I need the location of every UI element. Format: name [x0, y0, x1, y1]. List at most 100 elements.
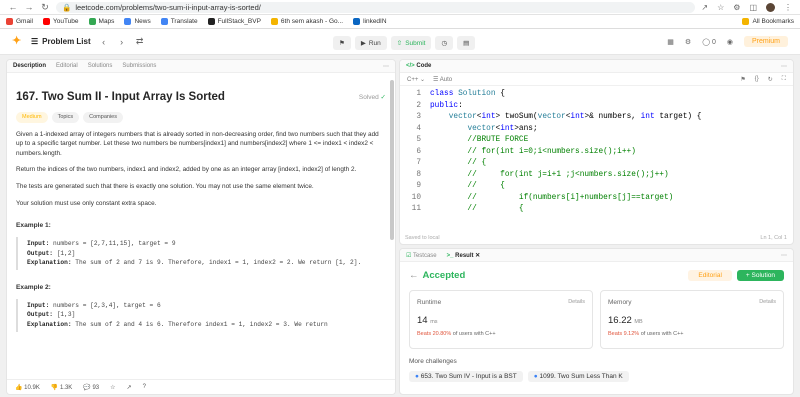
code-line: 2 public:	[400, 101, 793, 113]
challenge-chip-2[interactable]: ● 1099. Two Sum Less Than K	[527, 371, 629, 382]
sidepanel-icon[interactable]: ◫	[749, 3, 757, 12]
coins[interactable]: ◯ 0	[702, 38, 716, 46]
bookmark-item[interactable]: Gmail	[6, 18, 33, 25]
memory-details[interactable]: Details	[759, 299, 776, 305]
tab-code[interactable]: </> Code	[406, 63, 431, 69]
solution-button[interactable]: + Solution	[736, 270, 784, 281]
prev-problem-icon[interactable]: ‹	[99, 37, 109, 47]
forward-icon[interactable]: →	[24, 2, 34, 12]
example-1-explanation: Explanation: The sum of 2 and 7 is 9. Th…	[27, 259, 362, 267]
code-more-icon[interactable]: ⋯	[781, 63, 787, 70]
shuffle-icon[interactable]: ⇄	[135, 36, 145, 47]
problem-description: 167. Two Sum II - Input Array Is Sorted …	[7, 73, 395, 340]
line-number: 4	[416, 124, 421, 133]
tab-testcase[interactable]: ☑ Testcase	[406, 252, 437, 259]
topics-tag[interactable]: Topics	[51, 112, 80, 123]
code-line: 3 vector<int> twoSum(vector<int>& number…	[400, 112, 793, 124]
description-tabs: Description Editorial Solutions Submissi…	[7, 60, 395, 73]
bookmark-item[interactable]: YouTube	[42, 18, 79, 25]
run-label: Run	[368, 39, 381, 47]
runtime-card[interactable]: Runtime Details 14 ms Beats 20.80% of us…	[409, 290, 593, 349]
code-editor[interactable]: 1 class Solution {2 public: 3 vector<int> t…	[400, 86, 793, 216]
fullscreen-icon[interactable]: ⛶	[782, 76, 786, 83]
share-icon[interactable]: ↗	[701, 3, 708, 12]
editorial-button[interactable]: Editorial	[688, 270, 732, 281]
leetcode-logo-icon[interactable]: ✦	[12, 36, 23, 47]
run-submit-group: ⚑ ▶ Run ⇧ Submit ◷ ▤	[333, 36, 476, 50]
bookmark-label: 6th sem akash - Go...	[280, 18, 344, 25]
layout-icon[interactable]: ▦	[667, 38, 674, 46]
debug-button[interactable]: ⚑	[333, 36, 351, 50]
menu-icon[interactable]: ⋮	[784, 3, 792, 12]
share-link-icon[interactable]: ↗	[127, 384, 132, 391]
example-1-explanation-value: The sum of 2 and 7 is 9. Therefore, inde…	[75, 259, 362, 267]
language-select[interactable]: C++ ⌄	[407, 76, 425, 83]
extensions-icon[interactable]: ⚙	[733, 3, 740, 12]
bookmark-item[interactable]: Translate	[160, 18, 198, 25]
tab-editorial[interactable]: Editorial	[56, 63, 78, 69]
premium-button[interactable]: Premium	[743, 36, 788, 47]
close-icon[interactable]: ✕	[475, 253, 480, 259]
tab-description[interactable]: Description	[13, 63, 46, 69]
memory-card[interactable]: Memory Details 16.22 MB Beats 9.12% of u…	[600, 290, 784, 349]
bookmark-item[interactable]: FullStack_BVP	[207, 18, 261, 25]
bookmark-item[interactable]: 6th sem akash - Go...	[270, 18, 344, 25]
bookmark-item[interactable]: News	[124, 18, 151, 25]
like-button[interactable]: 👍 10.9K	[15, 384, 40, 391]
submit-button[interactable]: ⇧ Submit	[390, 36, 432, 50]
bookmark-item[interactable]: Maps	[88, 18, 114, 25]
settings-icon[interactable]: ⚙	[685, 38, 691, 46]
code-text: // for(int j=i+1 ;j<numbers.size();j++)	[430, 170, 669, 179]
all-bookmarks[interactable]: All Bookmarks	[742, 18, 794, 25]
help-icon[interactable]: ?	[143, 384, 146, 390]
dislike-button[interactable]: 👎 1.3K	[51, 384, 72, 391]
format-icon[interactable]: {}	[755, 76, 759, 83]
comments-button[interactable]: 💬 93	[83, 384, 99, 391]
back-arrow-icon[interactable]: ←	[409, 270, 419, 281]
bookmark-favicon-icon	[88, 18, 96, 25]
code-line: 8 // for(int j=i+1 ;j<numbers.size();j++…	[400, 170, 793, 182]
example-1-title: Example 1:	[16, 222, 51, 230]
star-icon[interactable]: ☆	[717, 3, 724, 12]
bookmark-icon[interactable]: ⚑	[740, 76, 745, 83]
tab-solutions[interactable]: Solutions	[88, 63, 113, 69]
user-avatar-icon[interactable]: ◉	[727, 38, 733, 46]
tab-submissions[interactable]: Submissions	[122, 63, 156, 69]
profile-avatar[interactable]	[766, 2, 775, 12]
problem-list-button[interactable]: ☰ Problem List	[31, 37, 91, 46]
result-more-icon[interactable]: ⋯	[781, 252, 787, 259]
favorite-icon[interactable]: ☆	[110, 384, 115, 391]
next-problem-icon[interactable]: ›	[117, 37, 127, 47]
code-text: // if(numbers[i]+numbers[j]==target)	[430, 193, 674, 202]
description-paragraph-2: Return the indices of the two numbers, i…	[16, 166, 357, 174]
solved-status: Solved ✓	[359, 93, 386, 103]
bookmark-favicon-icon	[353, 18, 361, 25]
url-bar[interactable]: 🔒 leetcode.com/problems/two-sum-ii-input…	[56, 1, 696, 13]
description-scrollbar[interactable]	[390, 80, 394, 240]
problem-title: 167. Two Sum II - Input Array Is Sorted	[16, 91, 225, 103]
bookmark-item[interactable]: linkedIN	[353, 18, 387, 25]
bookmarks-bar: Gmail YouTube Maps News Translate FullStack_B…	[0, 15, 800, 29]
notes-button[interactable]: ▤	[457, 36, 476, 50]
description-paragraph-3: The tests are generated such that there …	[16, 182, 314, 190]
autocomplete-toggle[interactable]: ☰ Auto	[433, 76, 452, 83]
challenge-chip-1[interactable]: ● 653. Two Sum IV - Input is a BST	[409, 371, 523, 382]
timer-button[interactable]: ◷	[435, 36, 454, 50]
run-button[interactable]: ▶ Run	[354, 36, 387, 50]
companies-tag[interactable]: Companies	[83, 112, 123, 123]
reload-icon[interactable]: ↻	[40, 2, 50, 13]
tab-result[interactable]: >_ Result ✕	[447, 252, 481, 259]
back-icon[interactable]: ←	[8, 2, 18, 12]
url-text: leetcode.com/problems/two-sum-ii-input-a…	[75, 2, 261, 12]
reset-icon[interactable]: ↻	[768, 76, 773, 83]
upload-icon: ⇧	[396, 40, 403, 47]
accepted-label: Accepted	[422, 270, 466, 281]
runtime-details[interactable]: Details	[568, 299, 585, 305]
challenge-2-label: 1099. Two Sum Less Than K	[539, 373, 623, 380]
problem-list-label: Problem List	[42, 37, 91, 46]
example-1-output: Output: [1,2]	[27, 249, 76, 257]
line-number: 10	[411, 193, 421, 202]
more-icon[interactable]: ⋯	[383, 63, 389, 70]
play-icon: ▶	[360, 40, 366, 47]
bookmark-favicon-icon	[270, 18, 278, 25]
